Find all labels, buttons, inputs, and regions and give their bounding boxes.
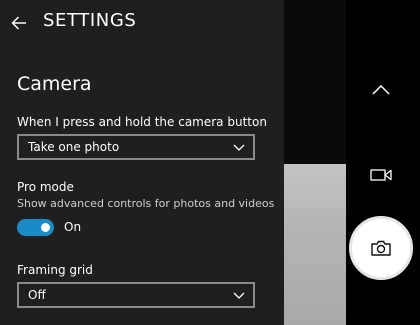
video-camera-icon <box>370 169 392 181</box>
camera-icon <box>371 240 391 256</box>
chevron-up-icon <box>372 85 390 95</box>
arrow-left-icon <box>11 16 26 30</box>
framing-grid-label: Framing grid <box>17 263 93 277</box>
collapse-controls-button[interactable] <box>361 76 401 104</box>
framing-grid-dropdown-value: Off <box>28 288 46 302</box>
back-button[interactable] <box>6 10 32 36</box>
pro-mode-label: Pro mode <box>17 180 74 194</box>
framing-grid-dropdown[interactable]: Off <box>17 282 255 308</box>
take-photo-button[interactable] <box>349 216 413 280</box>
camera-button-label: When I press and hold the camera button <box>17 115 267 129</box>
section-title-camera: Camera <box>17 73 92 95</box>
toggle-knob <box>41 223 50 232</box>
chevron-down-icon <box>233 143 245 151</box>
pro-mode-description: Show advanced controls for photos and vi… <box>17 197 275 210</box>
chevron-down-icon <box>233 291 245 299</box>
settings-panel: SETTINGS Camera When I press and hold th… <box>0 0 284 325</box>
camera-app-window: SETTINGS Camera When I press and hold th… <box>0 0 420 325</box>
page-title: SETTINGS <box>43 10 137 31</box>
camera-button-dropdown-value: Take one photo <box>28 140 120 154</box>
video-mode-button[interactable] <box>361 160 401 190</box>
settings-header: SETTINGS <box>0 0 284 44</box>
pro-mode-toggle[interactable] <box>17 219 54 236</box>
camera-button-dropdown[interactable]: Take one photo <box>17 134 255 160</box>
camera-preview-image <box>284 164 346 325</box>
pro-mode-state: On <box>64 220 82 234</box>
